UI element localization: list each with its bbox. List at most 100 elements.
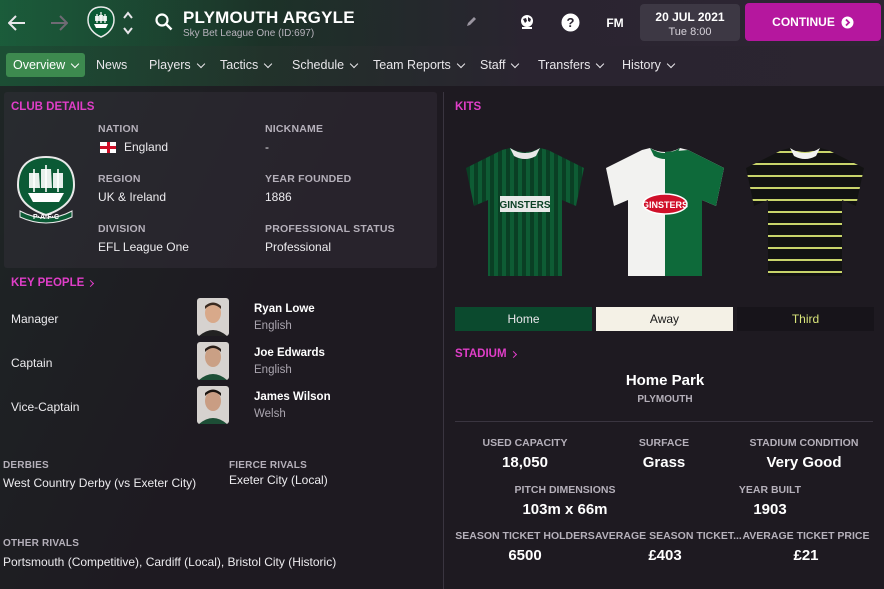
surface-value: Grass [642, 454, 686, 471]
chevron-down-icon [456, 59, 466, 68]
year-founded-value: 1886 [265, 190, 292, 204]
avg-ticket-price-label: AVERAGE TICKET PRICE [742, 530, 870, 542]
stadium-divider [455, 421, 873, 422]
search-icon[interactable] [154, 12, 174, 32]
nation-label: NATION [98, 123, 139, 135]
division-label: DIVISION [98, 223, 146, 235]
home-kit-image: GINSTERS [462, 146, 588, 280]
pitch-dimensions-value: 103m x 66m [522, 501, 608, 518]
stadium-name: Home Park [625, 372, 705, 389]
year-built-label: YEAR BUILT [738, 484, 802, 496]
captain-nationality: English [254, 364, 292, 376]
nation-value: England [100, 140, 168, 154]
game-time: Tue 8:00 [668, 26, 712, 38]
avg-season-ticket-value: £403 [648, 547, 682, 564]
tab-players[interactable]: Players [142, 53, 211, 77]
continue-button[interactable]: CONTINUE [745, 3, 881, 41]
tab-history[interactable]: History [615, 53, 681, 77]
chevron-down-icon [666, 59, 676, 68]
vice-captain-name[interactable]: James Wilson [254, 391, 331, 403]
club-crest-small-icon [86, 6, 116, 38]
chevron-down-icon [596, 59, 605, 68]
continue-label: CONTINUE [772, 15, 835, 29]
kit-tab-away[interactable]: Away [596, 307, 733, 331]
nickname-value: - [265, 140, 269, 154]
tab-news[interactable]: News [89, 53, 134, 77]
tab-news-label: News [96, 58, 128, 72]
chevron-down-icon [511, 59, 520, 68]
other-rivals-label: OTHER RIVALS [3, 538, 80, 549]
tab-transfers[interactable]: Transfers [531, 53, 610, 77]
region-label: REGION [98, 173, 141, 185]
kit-tab-third[interactable]: Third [737, 307, 874, 331]
tab-schedule-label: Schedule [292, 58, 345, 72]
role-captain: Captain [11, 356, 53, 370]
tab-team-reports-label: Team Reports [373, 58, 451, 72]
edit-pencil-icon[interactable] [463, 14, 479, 30]
manager-name[interactable]: Ryan Lowe [254, 303, 315, 315]
chevron-down-icon [70, 59, 80, 68]
stadium-condition-label: STADIUM CONDITION [749, 437, 859, 449]
role-manager: Manager [11, 312, 59, 326]
england-flag-icon [100, 142, 116, 154]
tab-overview[interactable]: Overview [6, 53, 86, 77]
forward-arrow-icon[interactable] [48, 12, 70, 34]
game-date-box[interactable]: 20 JUL 2021 Tue 8:00 [640, 4, 740, 41]
crest-text: P·A·F·C [33, 214, 59, 221]
tab-players-label: Players [149, 58, 191, 72]
avatar[interactable] [197, 386, 229, 424]
stadium-city: PLYMOUTH [637, 394, 693, 405]
tab-staff[interactable]: Staff [473, 53, 525, 77]
status-label: PROFESSIONAL STATUS [265, 223, 395, 235]
fierce-rivals-label: FIERCE RIVALS [229, 460, 307, 471]
world-globe-icon[interactable] [517, 12, 537, 32]
tab-team-reports[interactable]: Team Reports [366, 53, 471, 77]
derbies-value[interactable]: West Country Derby (vs Exeter City) [3, 476, 196, 490]
used-capacity-label: USED CAPACITY [482, 437, 568, 449]
stadium-heading[interactable]: STADIUM [455, 348, 517, 360]
avg-ticket-price-value: £21 [793, 547, 819, 564]
derbies-label: DERBIES [3, 460, 49, 471]
fierce-rivals-value[interactable]: Exeter City (Local) [229, 473, 328, 487]
surface-label: SURFACE [638, 437, 690, 449]
division-value[interactable]: EFL League One [98, 240, 189, 254]
club-details-heading: CLUB DETAILS [11, 101, 95, 113]
tab-overview-label: Overview [13, 58, 66, 72]
tab-tactics[interactable]: Tactics [213, 53, 278, 77]
chevron-right-icon [509, 350, 517, 358]
club-switch-icon[interactable] [121, 9, 135, 37]
back-arrow-icon[interactable] [6, 12, 28, 34]
avg-season-ticket-label: AVERAGE SEASON TICKET... [595, 530, 742, 542]
club-crest-icon: P·A·F·C [12, 155, 80, 225]
captain-name[interactable]: Joe Edwards [254, 347, 325, 359]
home-kit-sponsor: GINSTERS [499, 200, 550, 211]
tab-tactics-label: Tactics [220, 58, 259, 72]
tab-schedule[interactable]: Schedule [285, 53, 364, 77]
key-people-heading[interactable]: KEY PEOPLE [11, 277, 95, 289]
page-title: PLYMOUTH ARGYLE [183, 8, 355, 27]
used-capacity-value: 18,050 [502, 454, 548, 471]
tab-transfers-label: Transfers [538, 58, 591, 72]
other-rivals-value[interactable]: Portsmouth (Competitive), Cardiff (Local… [3, 555, 336, 569]
third-kit-image [742, 146, 868, 280]
chevron-down-icon [349, 59, 359, 68]
manager-nationality: English [254, 320, 292, 332]
tab-history-label: History [622, 58, 661, 72]
nickname-label: NICKNAME [265, 123, 324, 135]
year-built-value: 1903 [753, 501, 787, 518]
kit-tab-home[interactable]: Home [455, 307, 592, 331]
season-ticket-holders-label: SEASON TICKET HOLDERS [455, 530, 595, 542]
status-value: Professional [265, 240, 332, 254]
season-ticket-holders-value: 6500 [508, 547, 542, 564]
chevron-down-icon [263, 59, 273, 68]
help-icon[interactable]: ? [560, 12, 580, 32]
fm-menu-button[interactable]: FM [603, 14, 627, 32]
kits-heading: KITS [455, 101, 482, 113]
role-vice-captain: Vice-Captain [11, 400, 80, 414]
region-value: UK & Ireland [98, 190, 167, 204]
arrow-circle-icon [841, 16, 854, 28]
tab-staff-label: Staff [480, 58, 506, 72]
avatar[interactable] [197, 342, 229, 380]
avatar[interactable] [197, 298, 229, 336]
game-date: 20 JUL 2021 [655, 10, 725, 24]
